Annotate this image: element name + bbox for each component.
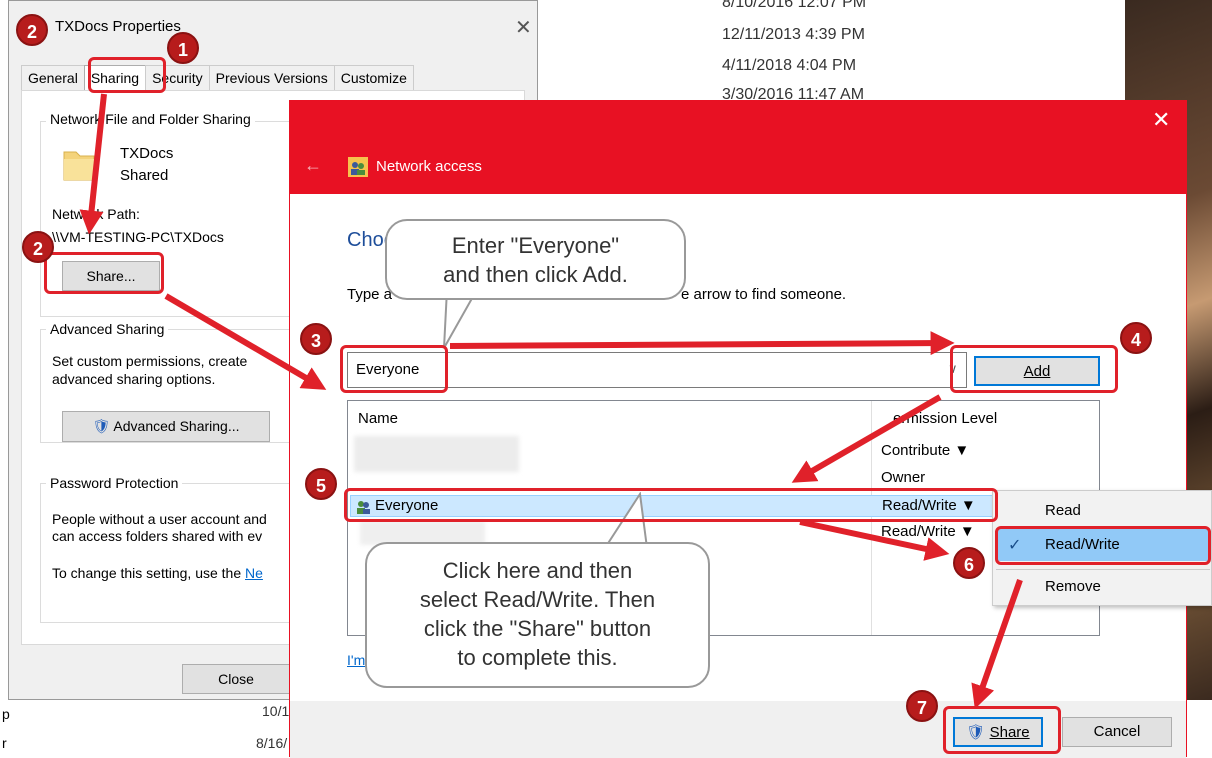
callout-line: select Read/Write. Then xyxy=(419,587,656,612)
menu-item-read[interactable]: Read xyxy=(1045,502,1081,519)
date-cell: 8/10/2016 12:07 PM xyxy=(722,0,867,11)
callout-add: Enter "Everyone" and then click Add. xyxy=(385,219,686,300)
folder-icon xyxy=(63,151,95,181)
close-button[interactable]: Close xyxy=(182,664,290,694)
date-cell: 4/11/2018 4:04 PM xyxy=(722,57,857,74)
list-item: r xyxy=(2,735,7,751)
step-badge: 4 xyxy=(1120,322,1152,354)
highlight-read-write xyxy=(995,526,1211,565)
callout-read-write: Click here and then select Read/Write. T… xyxy=(365,542,710,688)
tab-general[interactable]: General xyxy=(21,65,85,91)
table-row[interactable]: Owner xyxy=(350,468,1099,490)
permission-value: Owner xyxy=(881,469,926,486)
permission-dropdown[interactable]: Contribute ▼ xyxy=(881,442,969,459)
users-icon xyxy=(348,157,368,177)
cancel-button[interactable]: Cancel xyxy=(1062,717,1172,747)
date-cell: 12/11/2013 4:39 PM xyxy=(722,26,865,43)
advanced-sharing-button[interactable]: 🛡 Advanced Sharing... xyxy=(62,411,270,442)
callout-line: to complete this. xyxy=(457,645,618,670)
callout-line: Click here and then xyxy=(442,558,633,583)
callout-line: click the "Share" button xyxy=(423,616,652,641)
instructions-end: e arrow to find someone. xyxy=(681,286,847,303)
network-path-label: Network Path: xyxy=(52,206,140,222)
dialog-header: ← Network access ✕ xyxy=(290,101,1186,194)
tab-previous-versions[interactable]: Previous Versions xyxy=(208,65,335,91)
dialog-title: Network access xyxy=(376,158,482,175)
password-text-span: To change this setting, use the xyxy=(52,565,242,581)
folder-state: Shared xyxy=(120,167,169,184)
step-badge: 6 xyxy=(953,547,985,579)
advanced-text: Set custom permissions, create xyxy=(52,353,248,369)
password-text: can access folders shared with ev xyxy=(52,528,263,544)
tab-strip: General Sharing Security Previous Versio… xyxy=(21,65,414,91)
step-badge: 2 xyxy=(16,14,48,46)
callout-line: Enter "Everyone" xyxy=(451,233,620,258)
advanced-sharing-label: Advanced Sharing... xyxy=(113,418,240,434)
highlight-share-final xyxy=(943,706,1061,754)
highlight-add-button xyxy=(950,345,1118,393)
step-badge: 7 xyxy=(906,690,938,722)
highlight-everyone-row xyxy=(344,488,998,522)
group-label: Network File and Folder Sharing xyxy=(46,111,255,127)
group-label: Advanced Sharing xyxy=(46,321,169,337)
close-icon[interactable]: ✕ xyxy=(515,15,532,40)
network-center-link[interactable]: Ne xyxy=(245,565,263,581)
advanced-text: advanced sharing options. xyxy=(52,371,216,387)
permission-dropdown[interactable]: Read/Write ▼ xyxy=(881,523,975,540)
step-badge: 5 xyxy=(305,468,337,500)
highlight-input xyxy=(340,345,448,393)
table-row[interactable]: Contribute ▼ xyxy=(350,441,1099,463)
step-badge: 1 xyxy=(167,32,199,64)
step-badge: 3 xyxy=(300,323,332,355)
instructions-start: Type a xyxy=(347,286,393,303)
menu-divider xyxy=(996,569,1210,570)
tab-customize[interactable]: Customize xyxy=(333,65,414,91)
help-link[interactable]: I'm xyxy=(347,652,365,668)
callout-line: and then click Add. xyxy=(443,262,628,287)
date-cell: 10/1 xyxy=(262,703,290,719)
menu-item-remove[interactable]: Remove xyxy=(1045,578,1101,595)
table-row[interactable]: Read/Write ▼ xyxy=(350,522,1099,544)
folder-name: TXDocs xyxy=(120,145,174,162)
highlight-share-button xyxy=(44,252,164,294)
date-cell: 8/16/ xyxy=(256,735,288,751)
network-path-value: \\VM-TESTING-PC\TXDocs xyxy=(52,229,224,245)
step-badge: 2 xyxy=(22,231,54,263)
close-icon[interactable]: ✕ xyxy=(1152,107,1170,133)
column-header-name: Name xyxy=(358,410,399,427)
back-arrow-icon[interactable]: ← xyxy=(304,155,322,176)
password-text: People without a user account and xyxy=(52,511,267,527)
highlight-sharing-tab xyxy=(88,57,166,93)
dialog-title: TXDocs Properties xyxy=(55,18,181,35)
column-header-permission: ermission Level xyxy=(893,410,998,427)
password-text: To change this setting, use the Ne xyxy=(52,565,263,581)
group-label: Password Protection xyxy=(46,475,183,491)
uac-shield-icon: 🛡 xyxy=(92,418,111,434)
list-item: p xyxy=(2,706,10,722)
